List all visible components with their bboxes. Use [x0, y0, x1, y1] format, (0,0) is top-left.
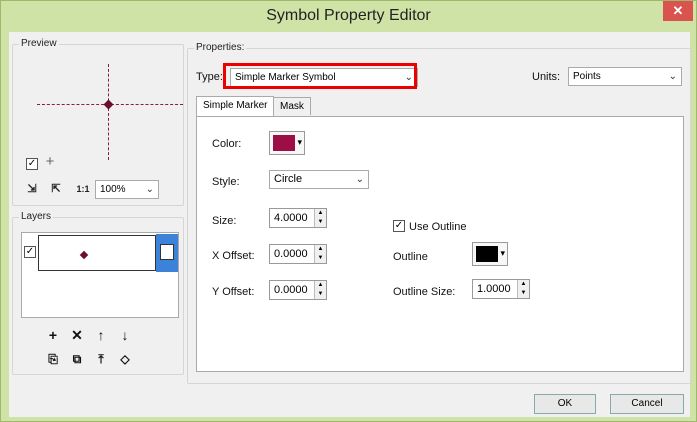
outline-size-spinner[interactable]: 1.0000 ▲ ▼: [472, 279, 530, 299]
dialog-body: Preview ✓ + ⇲ ⇱ 1:1 100% ⌄ Layers ✓ + ✕ …: [9, 32, 692, 417]
reset-layer-icon[interactable]: ⤒: [92, 350, 110, 368]
layer-row[interactable]: ✓: [22, 233, 178, 273]
actual-size-button[interactable]: 1:1: [74, 181, 92, 197]
simple-marker-panel: Color: ▾ Style: Circle ⌄ Size: 4.0000 ▲ ▼…: [196, 116, 684, 372]
x-offset-value: 0.0000: [274, 248, 308, 260]
outline-color-button[interactable]: ▾: [472, 242, 508, 266]
tab-simple-marker[interactable]: Simple Marker: [196, 96, 275, 116]
close-button[interactable]: ✕: [663, 1, 693, 21]
style-label: Style:: [212, 176, 240, 188]
lock-icon: [160, 244, 174, 260]
x-offset-label: X Offset:: [212, 250, 255, 262]
color-picker-button[interactable]: ▾: [269, 131, 305, 155]
y-offset-spinner[interactable]: 0.0000 ▲ ▼: [269, 280, 327, 300]
symbol-property-editor-window: Symbol Property Editor ✕ Preview ✓ + ⇲ ⇱…: [0, 0, 697, 422]
caret-down-icon: ▾: [500, 248, 505, 258]
preview-label: Preview: [19, 38, 59, 49]
layer-visible-checkbox[interactable]: ✓: [24, 246, 36, 258]
spinner-arrows[interactable]: ▲ ▼: [517, 280, 529, 298]
zoom-extent-icon[interactable]: ⇱: [47, 181, 65, 197]
paste-layer-icon[interactable]: ⧉: [68, 350, 86, 368]
move-layer-up-icon[interactable]: ↑: [92, 326, 110, 344]
units-select[interactable]: Points ⌄: [568, 67, 682, 86]
outline-size-label: Outline Size:: [393, 286, 456, 298]
properties-label: Properties:: [194, 42, 247, 53]
x-offset-spinner[interactable]: 0.0000 ▲ ▼: [269, 244, 327, 264]
preview-vertical-guide: [108, 64, 109, 160]
ok-button[interactable]: OK: [534, 394, 596, 414]
use-outline-label: Use Outline: [409, 221, 467, 233]
tab-mask[interactable]: Mask: [273, 97, 311, 115]
spinner-arrows[interactable]: ▲ ▼: [314, 245, 326, 263]
zoom-select-value: 100%: [100, 184, 126, 195]
spinner-arrows[interactable]: ▲ ▼: [314, 209, 326, 227]
chevron-down-icon: ⌄: [145, 184, 154, 195]
highlight-box: [223, 63, 417, 89]
size-value: 4.0000: [274, 212, 308, 224]
window-title: Symbol Property Editor: [266, 7, 431, 24]
spinner-arrows[interactable]: ▲ ▼: [314, 281, 326, 299]
use-outline-checkbox[interactable]: ✓: [393, 220, 405, 232]
cancel-button[interactable]: Cancel: [610, 394, 684, 414]
layer-marker-symbol: [79, 250, 89, 260]
outline-label: Outline: [393, 251, 428, 263]
layer-lock-button[interactable]: [156, 234, 178, 272]
chevron-down-icon: ⌄: [668, 71, 677, 82]
type-label: Type:: [196, 71, 223, 83]
color-swatch: [273, 135, 295, 151]
layer-list[interactable]: ✓: [21, 232, 179, 318]
y-offset-value: 0.0000: [274, 284, 308, 296]
add-layer-icon[interactable]: +: [44, 326, 62, 344]
style-select[interactable]: Circle ⌄: [269, 170, 369, 189]
outline-color-swatch: [476, 246, 498, 262]
preview-checkbox[interactable]: ✓: [26, 158, 38, 170]
zoom-select[interactable]: 100% ⌄: [95, 180, 159, 199]
style-select-value: Circle: [274, 173, 303, 185]
tag-icon[interactable]: ◇: [116, 350, 134, 368]
units-label: Units:: [532, 71, 561, 83]
zoom-in-icon[interactable]: ⇲: [23, 181, 41, 197]
chevron-down-icon: ⌄: [355, 174, 364, 185]
layers-label: Layers: [19, 211, 54, 222]
add-icon[interactable]: +: [41, 154, 59, 170]
y-offset-label: Y Offset:: [212, 286, 255, 298]
title-bar: Symbol Property Editor ✕: [1, 1, 696, 31]
size-label: Size:: [212, 215, 237, 227]
caret-down-icon: ▾: [297, 137, 302, 147]
outline-size-value: 1.0000: [477, 283, 511, 295]
size-spinner[interactable]: 4.0000 ▲ ▼: [269, 208, 327, 228]
move-layer-down-icon[interactable]: ↓: [116, 326, 134, 344]
layer-thumbnail: [38, 235, 156, 271]
units-select-value: Points: [573, 71, 601, 82]
color-label: Color:: [212, 138, 242, 150]
copy-layer-icon[interactable]: ⎘: [44, 350, 62, 368]
delete-layer-icon[interactable]: ✕: [68, 326, 86, 344]
